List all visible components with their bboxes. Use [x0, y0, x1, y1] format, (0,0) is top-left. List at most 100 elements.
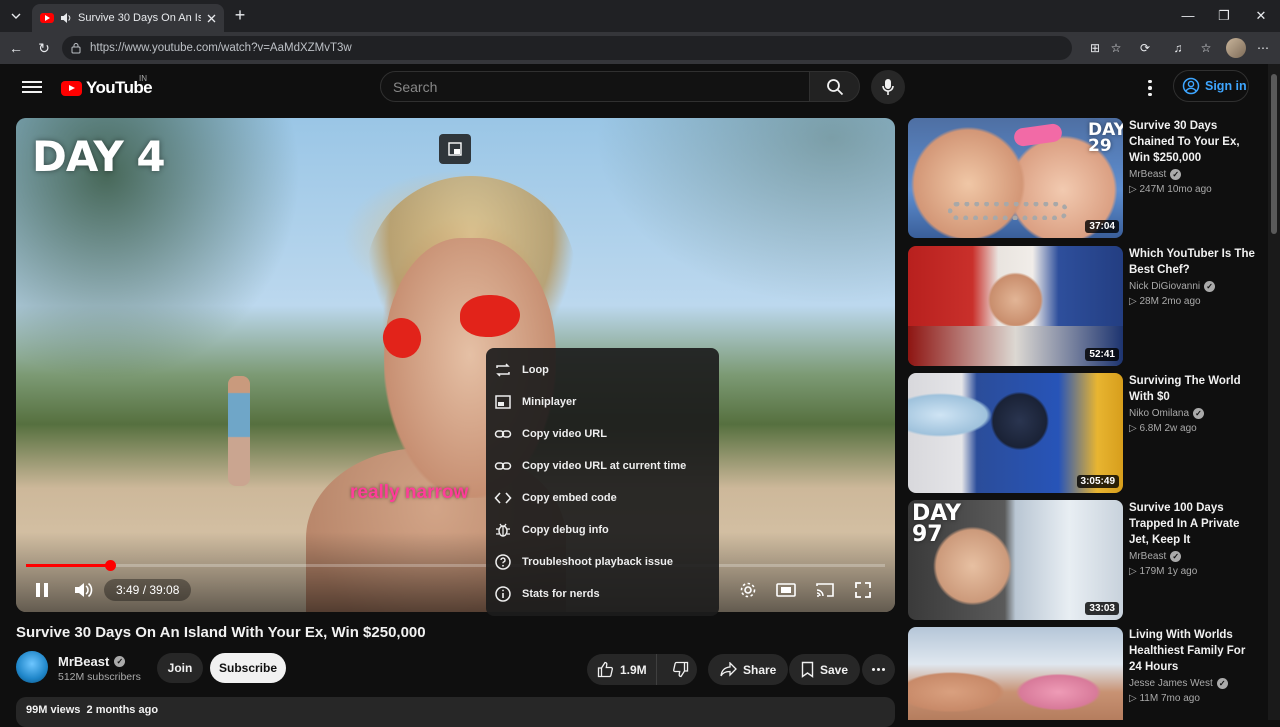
menu-item-label: Copy video URL at current time [522, 460, 687, 472]
code-icon [494, 492, 512, 504]
menu-icon[interactable] [22, 78, 42, 98]
cast-button[interactable] [811, 578, 839, 602]
menu-item-copy-url[interactable]: Copy video URL [486, 418, 719, 450]
url-text: https://www.youtube.com/watch?v=AaMdXZMv… [90, 42, 352, 54]
recommendation-thumbnail[interactable]: 3:05:49 [908, 373, 1123, 493]
video-duration: 33:03 [1085, 602, 1119, 615]
recommendation-channel[interactable]: MrBeast [1129, 169, 1166, 180]
recommendation-stats: ▷ 11M 7mo ago [1129, 693, 1200, 704]
close-tab-icon[interactable] [207, 14, 216, 23]
video-frame-palms-right [576, 118, 895, 318]
browser-tab[interactable]: Survive 30 Days On An Island [32, 4, 224, 32]
fullscreen-button[interactable] [849, 578, 877, 602]
site-info-icon[interactable] [70, 42, 82, 54]
theater-icon [776, 583, 796, 597]
recommendation-item[interactable]: Living With Worlds Healthiest Family For… [908, 627, 1258, 720]
description-box[interactable]: 99M views 2 months ago [16, 697, 895, 727]
settings-kebab-icon[interactable] [1140, 76, 1160, 100]
browser-essentials-icon[interactable]: ♫ [1169, 39, 1187, 57]
recommendation-title[interactable]: Survive 30 Days Chained To Your Ex, Win … [1129, 118, 1259, 166]
pause-button[interactable] [28, 578, 56, 602]
recommendation-item[interactable]: DAY 29 37:04 Survive 30 Days Chained To … [908, 118, 1258, 238]
new-tab-button[interactable]: + [230, 6, 250, 26]
like-button[interactable]: 1.9M [587, 654, 657, 685]
save-label: Save [820, 662, 849, 677]
menu-item-label: Miniplayer [522, 396, 577, 408]
share-button[interactable]: Share [708, 654, 789, 685]
search-box [380, 71, 810, 102]
subscribe-button[interactable]: Subscribe [210, 653, 286, 683]
recommendation-thumbnail[interactable] [908, 627, 1123, 720]
youtube-logo[interactable]: YouTube IN [61, 74, 153, 98]
recommendation-thumbnail[interactable]: DAY 97 33:03 [908, 500, 1123, 620]
tab-title: Survive 30 Days On An Island [78, 12, 201, 24]
recommendation-title[interactable]: Surviving The World With $0 [1129, 373, 1259, 405]
video-frame-background-person [228, 376, 250, 486]
minimize-button[interactable]: — [1178, 6, 1198, 26]
join-button[interactable]: Join [157, 653, 203, 683]
recommendation-channel[interactable]: MrBeast [1129, 551, 1166, 562]
verified-check-icon: ✓ [1170, 169, 1182, 180]
recommendation-title[interactable]: Which YouTuber Is The Best Chef? [1129, 246, 1259, 278]
app-available-icon[interactable]: ⊞ [1086, 39, 1104, 57]
dislike-button[interactable] [663, 654, 697, 685]
recommendation-channel[interactable]: Nick DiGiovanni [1129, 281, 1200, 292]
tab-list-button[interactable] [6, 6, 26, 26]
profile-avatar[interactable] [1226, 38, 1246, 58]
sign-in-button[interactable]: Sign in [1173, 70, 1249, 102]
extensions-icon[interactable]: ⟳ [1136, 39, 1154, 57]
gear-icon [740, 582, 756, 598]
recommendation-thumbnail[interactable]: DAY 29 37:04 [908, 118, 1123, 238]
channel-avatar[interactable] [16, 651, 48, 683]
back-button[interactable]: ← [6, 38, 26, 58]
voice-search-button[interactable] [871, 70, 905, 104]
menu-item-copy-embed[interactable]: Copy embed code [486, 482, 719, 514]
more-actions-button[interactable] [862, 654, 895, 685]
menu-item-loop[interactable]: Loop [486, 354, 719, 386]
recommendation-stats: ▷ 6.8M 2w ago [1129, 423, 1197, 434]
miniplayer-icon [448, 142, 462, 156]
theater-mode-button[interactable] [772, 578, 800, 602]
share-label: Share [743, 662, 777, 677]
progress-fill [26, 564, 111, 567]
youtube-play-icon [61, 80, 82, 96]
scrollbar-thumb[interactable] [1271, 74, 1277, 234]
search-input[interactable] [381, 72, 809, 101]
url-field[interactable]: https://www.youtube.com/watch?v=AaMdXZMv… [62, 36, 1072, 60]
menu-item-copy-debug[interactable]: Copy debug info [486, 514, 719, 546]
recommendation-title[interactable]: Survive 100 Days Trapped In A Private Je… [1129, 500, 1259, 548]
favorite-star-icon[interactable]: ☆ [1107, 39, 1125, 57]
restore-button[interactable]: ❐ [1214, 6, 1234, 26]
close-window-button[interactable]: ✕ [1251, 6, 1271, 26]
recommendation-title[interactable]: Living With Worlds Healthiest Family For… [1129, 627, 1259, 675]
menu-item-label: Copy video URL [522, 428, 607, 440]
recommendation-channel[interactable]: Niko Omilana [1129, 408, 1189, 419]
recommendation-item[interactable]: 3:05:49 Surviving The World With $0 Niko… [908, 373, 1258, 493]
video-player[interactable]: DAY 4 really narrow 3:49 / 39:08 [16, 118, 895, 612]
save-button[interactable]: Save [789, 654, 861, 685]
mute-button[interactable] [69, 578, 97, 602]
search-button[interactable] [809, 71, 860, 102]
menu-item-miniplayer[interactable]: Miniplayer [486, 386, 719, 418]
menu-item-stats[interactable]: Stats for nerds [486, 578, 719, 610]
recommendation-channel[interactable]: Jesse James West [1129, 678, 1213, 689]
miniplayer-toggle-button[interactable] [439, 134, 471, 164]
settings-more-icon[interactable]: ⋯ [1254, 39, 1272, 57]
channel-name-link[interactable]: MrBeast ✓ [58, 654, 126, 669]
progress-bar[interactable] [26, 560, 885, 571]
recommendation-thumbnail[interactable]: 52:41 [908, 246, 1123, 366]
menu-item-label: Troubleshoot playback issue [522, 556, 673, 568]
menu-item-troubleshoot[interactable]: Troubleshoot playback issue [486, 546, 719, 578]
menu-item-copy-url-time[interactable]: Copy video URL at current time [486, 450, 719, 482]
recommendation-stats: ▷ 179M 1y ago [1129, 566, 1198, 577]
page-scrollbar[interactable] [1268, 64, 1280, 720]
favorites-icon[interactable]: ☆ [1197, 39, 1215, 57]
settings-button[interactable] [734, 578, 762, 602]
speaker-icon[interactable] [60, 12, 72, 24]
browser-tab-bar: Survive 30 Days On An Island + — ❐ ✕ [0, 0, 1280, 32]
recommendation-item[interactable]: 52:41 Which YouTuber Is The Best Chef? N… [908, 246, 1258, 366]
youtube-favicon-icon [40, 13, 54, 23]
views-and-date: 99M views 2 months ago [26, 704, 159, 716]
recommendation-item[interactable]: DAY 97 33:03 Survive 100 Days Trapped In… [908, 500, 1258, 620]
reload-button[interactable]: ↻ [34, 38, 54, 58]
